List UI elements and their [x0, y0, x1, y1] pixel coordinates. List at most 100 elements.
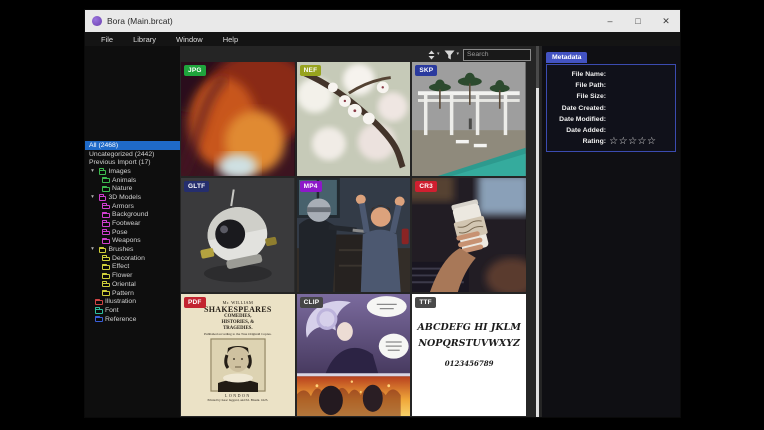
- sidebar-item-pose[interactable]: Pose: [85, 228, 180, 237]
- window-controls: – □ ✕: [596, 10, 680, 32]
- sidebar-item-animals[interactable]: Animals: [85, 176, 180, 185]
- sidebar-item-3d-models[interactable]: ▾ 3D Models: [85, 193, 180, 202]
- sidebar-item-previous-import[interactable]: Previous Import (17): [85, 158, 180, 167]
- metadata-row-date-modified: Date Modified:: [550, 114, 672, 125]
- maximize-button[interactable]: □: [624, 10, 652, 32]
- sidebar-item-images[interactable]: ▾ Images: [85, 167, 180, 176]
- metadata-row-date-added: Date Added:: [550, 125, 672, 136]
- sidebar-item-brushes[interactable]: ▾ Brushes: [85, 245, 180, 254]
- sidebar-item-uncategorized[interactable]: Uncategorized (2442): [85, 150, 180, 159]
- sidebar-item-nature[interactable]: Nature: [85, 184, 180, 193]
- thumbnail-grid: JPG NEF: [181, 62, 526, 416]
- file-type-badge: NEF: [300, 65, 322, 76]
- minimize-button[interactable]: –: [596, 10, 624, 32]
- close-button[interactable]: ✕: [652, 10, 680, 32]
- grid-toolbar: ▾ ▾: [180, 47, 531, 62]
- folder-icon: [102, 222, 110, 227]
- file-type-badge: SKP: [415, 65, 437, 76]
- metadata-row-file-name: File Name:: [550, 69, 672, 80]
- folder-icon: [95, 309, 103, 314]
- asset-grid-area: ▾ ▾ JPG: [180, 46, 542, 417]
- folder-icon: [102, 187, 110, 192]
- asset-blossom-photo[interactable]: NEF: [297, 62, 411, 176]
- sidebar-item-pattern[interactable]: Pattern: [85, 289, 180, 298]
- asset-comic-clip[interactable]: CLIP: [297, 294, 411, 416]
- folder-tree: All (2468) Uncategorized (2442) Previous…: [85, 141, 180, 323]
- sidebar-item-decoration[interactable]: Decoration: [85, 254, 180, 263]
- animation-still-art: [297, 178, 411, 292]
- asset-beach-3d-model[interactable]: SKP: [412, 62, 526, 176]
- chevron-down-icon[interactable]: ▾: [89, 169, 96, 175]
- sort-icon[interactable]: ▾: [426, 50, 441, 60]
- folder-icon: [102, 213, 110, 218]
- asset-font-ttf[interactable]: TTF ABCDEFG HI JKLM NOPQRSTUVWXYZ 012345…: [412, 294, 526, 416]
- sidebar-item-weapons[interactable]: Weapons: [85, 237, 180, 246]
- menu-help[interactable]: Help: [213, 35, 248, 44]
- folder-icon: [95, 300, 103, 305]
- pdf-title-page: Mr. WILLIAM SHAKESPEARES COMEDIES, HISTO…: [181, 294, 295, 416]
- menu-file[interactable]: File: [91, 35, 123, 44]
- metadata-panel: Metadata File Name: File Path: File Size…: [542, 46, 680, 417]
- folder-icon: [99, 248, 107, 253]
- title-bar: Bora (Main.brcat) – □ ✕: [85, 10, 680, 32]
- asset-canyon-photo[interactable]: JPG: [181, 62, 295, 176]
- folder-icon: [102, 265, 110, 270]
- chevron-down-icon[interactable]: ▾: [89, 195, 96, 201]
- asset-animation-video[interactable]: MP4: [297, 178, 411, 292]
- folder-icon: [102, 239, 110, 244]
- sidebar-item-reference[interactable]: Reference: [85, 315, 180, 324]
- asset-helmet-3d-model[interactable]: GLTF: [181, 178, 295, 292]
- search-input[interactable]: [463, 49, 531, 61]
- shakespeare-portrait: [210, 338, 266, 392]
- folder-icon: [99, 196, 107, 201]
- sidebar-item-effect[interactable]: Effect: [85, 263, 180, 272]
- metadata-row-file-size: File Size:: [550, 91, 672, 102]
- app-window: Bora (Main.brcat) – □ ✕ File Library Win…: [85, 10, 680, 417]
- file-type-badge: PDF: [184, 297, 206, 308]
- helmet-model-art: [181, 178, 295, 292]
- folder-icon: [102, 178, 110, 183]
- sidebar-item-footwear[interactable]: Footwear: [85, 219, 180, 228]
- folder-icon: [95, 317, 103, 322]
- asset-shakespeare-pdf[interactable]: PDF Mr. WILLIAM SHAKESPEARES COMEDIES, H…: [181, 294, 295, 416]
- chevron-down-icon: ▾: [456, 52, 459, 57]
- chevron-down-icon[interactable]: ▾: [89, 247, 96, 253]
- folder-icon: [102, 231, 110, 236]
- comic-page-art: [297, 294, 411, 416]
- sidebar-item-flower[interactable]: Flower: [85, 271, 180, 280]
- file-type-badge: MP4: [300, 181, 322, 192]
- file-type-badge: CR3: [415, 181, 437, 192]
- folder-icon: [102, 257, 110, 262]
- rating-stars[interactable]: ☆☆☆☆☆: [608, 137, 656, 147]
- content-area: All (2468) Uncategorized (2442) Previous…: [85, 46, 680, 417]
- app-logo-icon: [92, 16, 102, 26]
- metadata-row-file-path: File Path:: [550, 80, 672, 91]
- grid-scrollbar[interactable]: [536, 46, 539, 417]
- folder-icon: [99, 170, 107, 175]
- file-type-badge: JPG: [184, 65, 206, 76]
- menu-library[interactable]: Library: [123, 35, 166, 44]
- tab-metadata[interactable]: Metadata: [546, 52, 587, 63]
- sidebar-item-all[interactable]: All (2468): [85, 141, 180, 150]
- asset-coffee-photo[interactable]: CR3: [412, 178, 526, 292]
- folder-icon: [102, 291, 110, 296]
- chevron-down-icon: ▾: [437, 52, 440, 57]
- file-type-badge: CLIP: [300, 297, 324, 308]
- font-specimen: ABCDEFG HI JKLM NOPQRSTUVWXYZ 0123456789: [412, 294, 526, 416]
- blossom-photo-art: [297, 62, 411, 176]
- scrollbar-thumb[interactable]: [536, 88, 539, 417]
- menu-bar: File Library Window Help: [85, 32, 680, 46]
- beach-scene-art: [412, 62, 526, 176]
- folder-icon: [102, 205, 110, 210]
- sidebar-item-font[interactable]: Font: [85, 306, 180, 315]
- sidebar: All (2468) Uncategorized (2442) Previous…: [85, 46, 180, 417]
- sidebar-item-oriental[interactable]: Oriental: [85, 280, 180, 289]
- menu-window[interactable]: Window: [166, 35, 213, 44]
- canyon-photo-art: [181, 62, 295, 176]
- sidebar-item-armors[interactable]: Armors: [85, 202, 180, 211]
- sidebar-item-background[interactable]: Background: [85, 211, 180, 220]
- sidebar-item-illustration[interactable]: Illustration: [85, 297, 180, 306]
- file-type-badge: TTF: [415, 297, 436, 308]
- filter-icon[interactable]: ▾: [443, 50, 460, 60]
- window-title: Bora (Main.brcat): [107, 16, 173, 26]
